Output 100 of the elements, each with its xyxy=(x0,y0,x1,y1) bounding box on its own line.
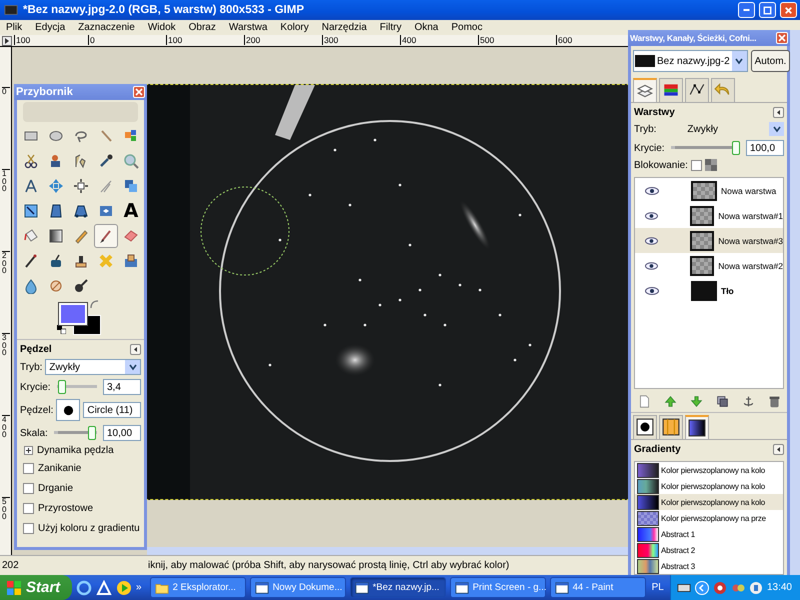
gradient-item[interactable]: Abstract 1 xyxy=(635,526,783,542)
gradient-swatch xyxy=(637,542,659,558)
quick-launch-button[interactable] xyxy=(116,580,132,596)
gradient-item[interactable]: Kolor pierwszoplanowy na kolo xyxy=(635,494,783,510)
window-icon xyxy=(454,580,469,594)
taskbar-button[interactable]: Print Screen - g... xyxy=(450,577,546,598)
panel-tab[interactable] xyxy=(659,415,683,439)
gradient-swatch xyxy=(637,478,659,494)
pencil-icon xyxy=(73,228,89,244)
ellipse-icon xyxy=(48,128,64,144)
tool-button[interactable]: A xyxy=(119,199,143,223)
layer-row[interactable]: Nowa warstwa#2 xyxy=(635,253,783,278)
ruler-label: 200 xyxy=(2,251,10,275)
layer-thumbnail xyxy=(691,180,717,200)
menu-item[interactable]: Narzędzia xyxy=(322,22,367,33)
opacity-field[interactable]: 3,4 xyxy=(103,379,141,395)
expander-label[interactable]: Dynamika pędzla xyxy=(37,445,114,456)
mode-dropdown[interactable]: Zwykły xyxy=(45,359,141,375)
close-button[interactable] xyxy=(780,2,797,18)
slider-thumb[interactable] xyxy=(58,380,66,394)
layer-row[interactable]: Tło xyxy=(635,278,783,303)
panel-menu-button[interactable] xyxy=(773,444,784,455)
gradient-swatch xyxy=(637,558,659,574)
new-page-icon xyxy=(638,395,650,408)
menu-item[interactable]: Kolory xyxy=(280,22,309,33)
scale-field[interactable]: 10,00 xyxy=(103,425,141,441)
image-dropdown[interactable]: Bez nazwy.jpg-2 xyxy=(633,50,748,72)
close-icon xyxy=(134,87,144,97)
slider-thumb[interactable] xyxy=(732,141,740,155)
layer-row[interactable]: Nowa warstwa xyxy=(635,178,783,203)
minimize-button[interactable] xyxy=(738,2,755,18)
checkbox[interactable] xyxy=(23,462,34,474)
ruler-label: 500 xyxy=(478,35,494,45)
layer-action-button[interactable] xyxy=(742,395,754,408)
menu-item[interactable]: Warstwa xyxy=(228,22,268,33)
checkbox[interactable] xyxy=(23,482,34,494)
language-indicator[interactable]: PL xyxy=(652,582,664,593)
taskbar-button[interactable]: *Bez nazwy.jp... xyxy=(350,577,446,598)
crosshair-icon xyxy=(73,178,89,194)
eyedropper-icon xyxy=(98,153,114,169)
layer-action-button[interactable] xyxy=(768,395,780,408)
checkbox[interactable] xyxy=(690,160,702,170)
airbrush-icon xyxy=(23,253,39,269)
opacity-field[interactable]: 100,0 xyxy=(746,140,784,156)
panel-tab[interactable] xyxy=(685,415,709,439)
eye-icon xyxy=(645,262,658,270)
horizontal-scrollbar[interactable] xyxy=(147,547,628,555)
menu-item[interactable]: Zaznaczenie xyxy=(78,22,135,33)
quick-launch-button[interactable] xyxy=(76,580,92,596)
options-title: Pędzel xyxy=(20,344,52,355)
close-button[interactable] xyxy=(133,86,145,98)
layer-row[interactable]: Nowa warstwa#1 xyxy=(635,203,783,228)
panel-tab[interactable] xyxy=(633,415,657,439)
taskbar-button[interactable]: 44 - Paint xyxy=(550,577,646,598)
gradient-item[interactable]: Kolor pierwszoplanowy na kolo xyxy=(635,462,783,478)
keyboard-icon xyxy=(676,582,691,594)
stamp-icon xyxy=(73,253,89,269)
mode-dropdown[interactable]: Zwykły xyxy=(659,121,784,137)
gradient-item[interactable]: Kolor pierwszoplanowy na kolo xyxy=(635,478,783,494)
checkbox-label: Drganie xyxy=(38,482,74,494)
maximize-icon xyxy=(762,4,773,16)
menu-item[interactable]: Okna xyxy=(414,22,438,33)
auto-button[interactable]: Autom. xyxy=(750,50,790,72)
foreground-color-swatch[interactable] xyxy=(59,303,87,325)
eraser-icon xyxy=(123,228,139,244)
panel-tab[interactable] xyxy=(685,78,709,102)
checkbox[interactable] xyxy=(23,522,34,534)
start-button[interactable]: Start xyxy=(0,575,72,600)
menu-item[interactable]: Obraz xyxy=(188,22,216,33)
eye-icon xyxy=(645,286,659,294)
minimize-icon xyxy=(743,9,750,11)
checkbox[interactable] xyxy=(23,502,34,514)
panel-tab[interactable] xyxy=(659,78,683,102)
more-button[interactable]: » xyxy=(136,582,142,593)
gradient-item[interactable]: Abstract 2 xyxy=(635,542,783,558)
layer-row[interactable]: Nowa warstwa#3 xyxy=(635,228,783,253)
vertical-scrollbar[interactable] xyxy=(790,30,800,575)
ruler-label: 300 xyxy=(2,333,10,357)
gradient-icon xyxy=(48,228,64,244)
taskbar-button[interactable]: 2 Eksplorator... xyxy=(150,577,246,598)
maximize-button[interactable] xyxy=(759,2,776,18)
layer-action-button[interactable] xyxy=(716,395,728,408)
menu-item[interactable]: Plik xyxy=(6,22,22,33)
image-thumbnail xyxy=(635,55,655,67)
taskbar-button[interactable]: Nowy Dokume... xyxy=(250,577,346,598)
brush-preview[interactable] xyxy=(56,399,80,421)
gradient-swatch xyxy=(637,462,659,478)
panel-menu-button[interactable] xyxy=(773,107,784,118)
menu-item[interactable]: Filtry xyxy=(380,22,402,33)
menu-item[interactable]: Edycja xyxy=(35,22,66,33)
close-button[interactable] xyxy=(776,32,788,44)
gradient-item[interactable]: Abstract 3 xyxy=(635,558,783,574)
menu-item[interactable]: Pomoc xyxy=(451,22,482,33)
slider-thumb[interactable] xyxy=(88,426,96,440)
menu-item[interactable]: Widok xyxy=(148,22,176,33)
down-arrow-icon xyxy=(690,395,702,408)
gradient-swatch xyxy=(637,494,659,510)
panel-menu-button[interactable] xyxy=(130,344,141,355)
gradient-item[interactable]: Kolor pierwszoplanowy na prze xyxy=(635,510,783,526)
brush-name-field[interactable]: Circle (11) xyxy=(83,402,141,418)
